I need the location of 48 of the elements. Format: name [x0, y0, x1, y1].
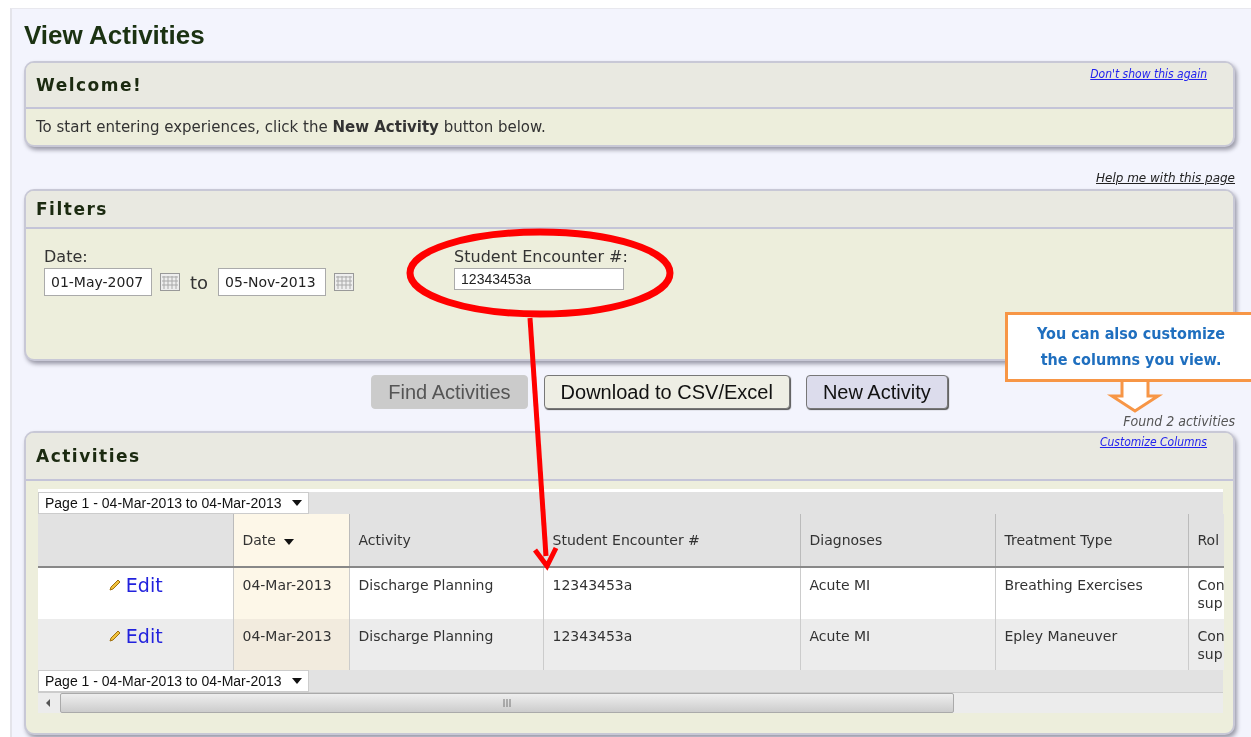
encounter-label: Student Encounter #:: [454, 247, 628, 266]
page-title: View Activities: [24, 18, 206, 52]
results-count: Found 2 activities: [1123, 413, 1235, 431]
welcome-message: To start entering experiences, click the New Activity button below.: [36, 118, 546, 136]
panel-title: Activities: [36, 446, 141, 466]
column-label: Date: [242, 532, 276, 548]
column-label: Activity: [358, 532, 411, 548]
help-link[interactable]: Help me with this page: [1096, 171, 1235, 189]
to-label: to: [190, 271, 209, 293]
column-header[interactable]: Date: [233, 514, 349, 567]
action-button[interactable]: Download to CSV/Excel: [543, 375, 790, 409]
column-header[interactable]: Rol: [1188, 514, 1224, 567]
panel-title: Filters: [36, 199, 108, 219]
customize-columns-link[interactable]: Customize Columns: [1099, 435, 1207, 449]
table-cell: 12343453a: [543, 619, 800, 670]
edit-link[interactable]: Edit: [107, 576, 163, 594]
table-cell: Con sup: [1188, 567, 1224, 619]
table-cell: Discharge Planning: [349, 567, 543, 619]
new-activity-button[interactable]: New Activity: [805, 375, 948, 409]
column-header[interactable]: Diagnoses: [800, 514, 995, 567]
column-label: Treatment Type: [1004, 532, 1113, 548]
table-cell: Discharge Planning: [349, 619, 543, 670]
table-cell: Acute MI: [800, 619, 995, 670]
page-dropdown[interactable]: Page 1 - 04-Mar-2013 to 04-Mar-2013: [38, 492, 309, 514]
edit-label: Edit: [125, 627, 163, 645]
table-cell: Epley Maneuver: [995, 619, 1188, 670]
panel-title: Welcome!: [36, 75, 143, 95]
table-cell: 04-Mar-2013: [233, 567, 349, 619]
column-label: Diagnoses: [809, 532, 883, 548]
dismiss-link[interactable]: Don't show this again: [1090, 67, 1207, 81]
column-label: Rol: [1197, 532, 1220, 548]
column-header[interactable]: Student Encounter #: [543, 514, 800, 567]
edit-link[interactable]: Edit: [107, 627, 163, 645]
column-label: Student Encounter #: [552, 532, 700, 548]
table-cell: 12343453a: [543, 567, 800, 619]
date-label: Date:: [44, 247, 89, 266]
callout: You can also customize the columns you view.: [1005, 312, 1251, 382]
table-cell: 04-Mar-2013: [233, 619, 349, 670]
date-from-field[interactable]: 01-May-2007: [44, 268, 152, 296]
edit-label: Edit: [125, 576, 163, 594]
encounter-field[interactable]: 12343453a: [454, 268, 625, 290]
date-to-field[interactable]: 05-Nov-2013: [218, 268, 327, 296]
table-cell: Breathing Exercises: [995, 567, 1188, 619]
column-header[interactable]: Activity: [349, 514, 543, 567]
column-header[interactable]: Treatment Type: [995, 514, 1188, 567]
page-dropdown[interactable]: Page 1 - 04-Mar-2013 to 04-Mar-2013: [38, 670, 309, 692]
table-cell: Acute MI: [800, 567, 995, 619]
table-cell: Con sup: [1188, 619, 1224, 670]
